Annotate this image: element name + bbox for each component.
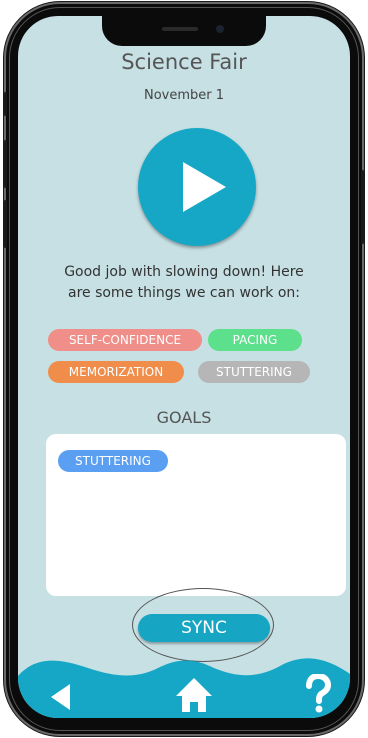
play-button[interactable] — [138, 128, 256, 246]
goals-heading: GOALS — [156, 408, 212, 427]
speaker-grille — [162, 27, 198, 31]
app-screen: Science Fair November 1 Good job with sl… — [18, 16, 350, 718]
goals-list: STUTTERING — [46, 434, 346, 596]
back-button[interactable] — [48, 682, 74, 712]
page-date: November 1 — [143, 88, 225, 103]
notch — [102, 16, 266, 46]
tag-stuttering[interactable]: STUTTERING — [198, 361, 310, 383]
back-arrow-icon — [51, 684, 70, 710]
front-camera-icon — [216, 25, 224, 33]
side-button-silent — [4, 92, 7, 116]
tag-memorization[interactable]: MEMORIZATION — [48, 361, 184, 383]
feedback-message: Good job with slowing down! Here are som… — [64, 264, 304, 301]
play-icon — [183, 162, 226, 212]
sync-button[interactable]: SYNC — [138, 614, 270, 642]
home-icon — [176, 678, 212, 712]
tag-self-confidence[interactable]: SELF-CONFIDENCE — [48, 329, 202, 351]
side-button-volume-up — [4, 140, 7, 188]
home-button[interactable] — [174, 676, 214, 714]
tag-pacing[interactable]: PACING — [208, 329, 302, 351]
help-icon — [306, 672, 332, 713]
page-title: Science Fair — [121, 50, 247, 74]
side-button-volume-down — [4, 200, 7, 248]
bottom-nav-bar — [18, 652, 350, 718]
help-button[interactable] — [304, 672, 332, 714]
side-button-power — [361, 170, 364, 244]
goal-item-stuttering[interactable]: STUTTERING — [58, 450, 168, 472]
